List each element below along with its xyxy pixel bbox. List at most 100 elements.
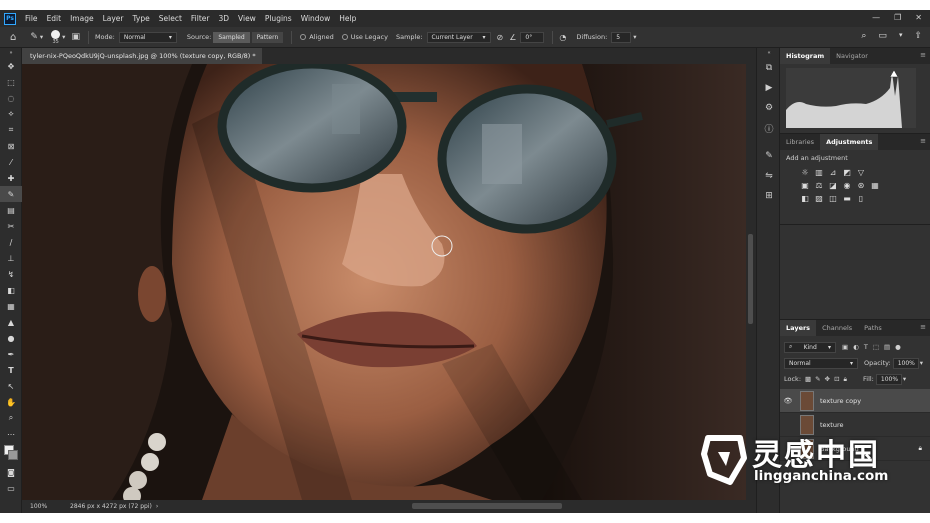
collapse-panels-icon[interactable]: « — [757, 48, 781, 58]
aligned-checkbox[interactable] — [300, 34, 307, 40]
share-icon[interactable]: ⇪ — [914, 31, 922, 41]
brush-tool-icon[interactable]: ∕ — [0, 234, 22, 250]
info-panel-icon[interactable]: ⓘ — [757, 118, 781, 138]
chevron-down-icon[interactable]: ▾ — [633, 33, 636, 41]
lock-all-icon[interactable]: 🔒︎ — [844, 375, 847, 384]
gradient-tool-icon[interactable]: ▦ — [0, 298, 22, 314]
blend-mode-select[interactable]: Normal ▾ — [784, 357, 858, 369]
panel-menu-icon[interactable]: ≡ — [920, 51, 926, 59]
panel-menu-icon[interactable]: ≡ — [920, 137, 926, 145]
lock-artboard-icon[interactable]: ⊡ — [834, 375, 839, 383]
horizontal-scroll-thumb[interactable] — [412, 503, 562, 509]
invert-icon[interactable]: ◧ — [800, 193, 810, 203]
path-select-tool-icon[interactable]: ↖ — [0, 378, 22, 394]
history-brush-tool-icon[interactable]: ↯ — [0, 266, 22, 282]
levels-icon[interactable]: ▥ — [814, 167, 824, 177]
status-chevron-icon[interactable]: › — [156, 503, 158, 510]
frame-tool-icon[interactable]: ⊠ — [0, 138, 22, 154]
menu-type[interactable]: Type — [133, 14, 150, 23]
menu-view[interactable]: View — [238, 14, 256, 23]
red-eye-tool-icon[interactable]: ✂ — [0, 218, 22, 234]
lasso-tool-icon[interactable]: ◌ — [0, 90, 22, 106]
more-tools-icon[interactable]: ⋯ — [0, 426, 22, 442]
patch-tool-icon[interactable]: ▤ — [0, 202, 22, 218]
color-lookup-icon[interactable]: ▦ — [870, 180, 880, 190]
eraser-tool-icon[interactable]: ◧ — [0, 282, 22, 298]
menu-filter[interactable]: Filter — [191, 14, 210, 23]
healing-brush-icon[interactable]: ✎ — [30, 32, 38, 42]
home-icon[interactable]: ⌂ — [10, 32, 16, 43]
dodge-tool-icon[interactable]: ● — [0, 330, 22, 346]
actions-panel-icon[interactable]: ▶ — [757, 78, 781, 98]
move-tool-icon[interactable]: ✥ — [0, 58, 22, 74]
filter-pixel-icon[interactable]: ▣ — [842, 343, 848, 351]
mode-select[interactable]: Normal ▾ — [118, 31, 177, 43]
diffusion-input[interactable]: 5 — [611, 31, 632, 43]
chevron-down-icon[interactable]: ▾ — [920, 359, 923, 367]
crop-tool-icon[interactable]: ⌗ — [0, 122, 22, 138]
color-balance-icon[interactable]: ⚖ — [814, 180, 824, 190]
threshold-icon[interactable]: ◫ — [828, 193, 838, 203]
menu-image[interactable]: Image — [70, 14, 94, 23]
channel-mixer-icon[interactable]: ⊛ — [856, 180, 866, 190]
zoom-tool-icon[interactable]: ⌕ — [0, 410, 22, 426]
vibrance-icon[interactable]: ▽ — [856, 167, 866, 177]
clone-source-icon[interactable]: ▣ — [71, 32, 80, 42]
collapse-toolbar-icon[interactable]: » — [0, 48, 22, 58]
menu-edit[interactable]: Edit — [47, 14, 62, 23]
visibility-eye-icon[interactable]: 👁︎ — [780, 397, 796, 405]
quick-mask-icon[interactable]: ◙ — [0, 464, 22, 480]
zoom-level[interactable]: 100% — [22, 503, 62, 510]
photo-filter-icon[interactable]: ◉ — [842, 180, 852, 190]
document-tab[interactable]: tyler-nix-PQeoQdkU9jQ-unsplash.jpg @ 100… — [22, 48, 269, 64]
filter-toggle-icon[interactable]: ● — [895, 343, 901, 351]
minimize-icon[interactable]: — — [872, 13, 880, 22]
tab-histogram[interactable]: Histogram — [780, 48, 831, 64]
menu-layer[interactable]: Layer — [103, 14, 124, 23]
filter-type-icon[interactable]: T — [864, 343, 868, 351]
clone-stamp-tool-icon[interactable]: ⊥ — [0, 250, 22, 266]
menu-3d[interactable]: 3D — [218, 14, 229, 23]
marquee-tool-icon[interactable]: ⬚ — [0, 74, 22, 90]
close-icon[interactable]: ✕ — [915, 13, 922, 22]
background-color-swatch[interactable] — [8, 450, 18, 460]
source-sampled-button[interactable]: Sampled — [213, 31, 250, 43]
filter-shape-icon[interactable]: ⬚ — [873, 343, 879, 351]
lock-image-icon[interactable]: ✎ — [815, 375, 820, 383]
quick-select-tool-icon[interactable]: ⟡ — [0, 106, 22, 122]
chevron-down-icon[interactable]: ▾ — [899, 31, 903, 41]
hue-saturation-icon[interactable]: ▣ — [800, 180, 810, 190]
lock-position-icon[interactable]: ✥ — [825, 375, 830, 383]
workspace-icon[interactable]: ▭ — [878, 31, 887, 41]
source-pattern-button[interactable]: Pattern — [251, 31, 284, 43]
chevron-down-icon[interactable]: ▾ — [903, 375, 906, 383]
curves-icon[interactable]: ⊿ — [828, 167, 838, 177]
clone-source-panel-icon[interactable]: ⇋ — [757, 166, 781, 186]
search-icon[interactable]: ⌕ — [861, 31, 866, 41]
pressure-size-icon[interactable]: ◔ — [559, 33, 566, 42]
tab-layers[interactable]: Layers — [780, 320, 817, 336]
menu-file[interactable]: File — [25, 14, 38, 23]
menu-select[interactable]: Select — [159, 14, 182, 23]
use-legacy-checkbox[interactable] — [341, 34, 348, 40]
brush-chevron-icon[interactable]: ▾ — [62, 33, 65, 41]
fill-input[interactable]: 100% — [875, 373, 902, 385]
tool-preset-chevron-icon[interactable]: ▾ — [40, 33, 43, 41]
tab-channels[interactable]: Channels — [816, 320, 858, 336]
exposure-icon[interactable]: ◩ — [842, 167, 852, 177]
restore-icon[interactable]: ❐ — [894, 13, 901, 22]
lock-transparent-icon[interactable]: ▩ — [805, 375, 811, 383]
brush-size-preview[interactable]: 35 — [51, 29, 61, 45]
spot-healing-tool-icon[interactable]: ✚ — [0, 170, 22, 186]
history-panel-icon[interactable]: ⧉ — [757, 58, 781, 78]
tab-paths[interactable]: Paths — [858, 320, 888, 336]
tab-navigator[interactable]: Navigator — [830, 48, 874, 64]
filter-smart-icon[interactable]: ▤ — [884, 343, 890, 351]
angle-input[interactable]: 0° — [520, 31, 545, 43]
hand-tool-icon[interactable]: ✋ — [0, 394, 22, 410]
menu-help[interactable]: Help — [339, 14, 356, 23]
filter-adjustment-icon[interactable]: ◐ — [853, 343, 859, 351]
panel-menu-icon[interactable]: ≡ — [920, 323, 926, 331]
properties-panel-icon[interactable]: ⚙ — [757, 98, 781, 118]
black-white-icon[interactable]: ◪ — [828, 180, 838, 190]
